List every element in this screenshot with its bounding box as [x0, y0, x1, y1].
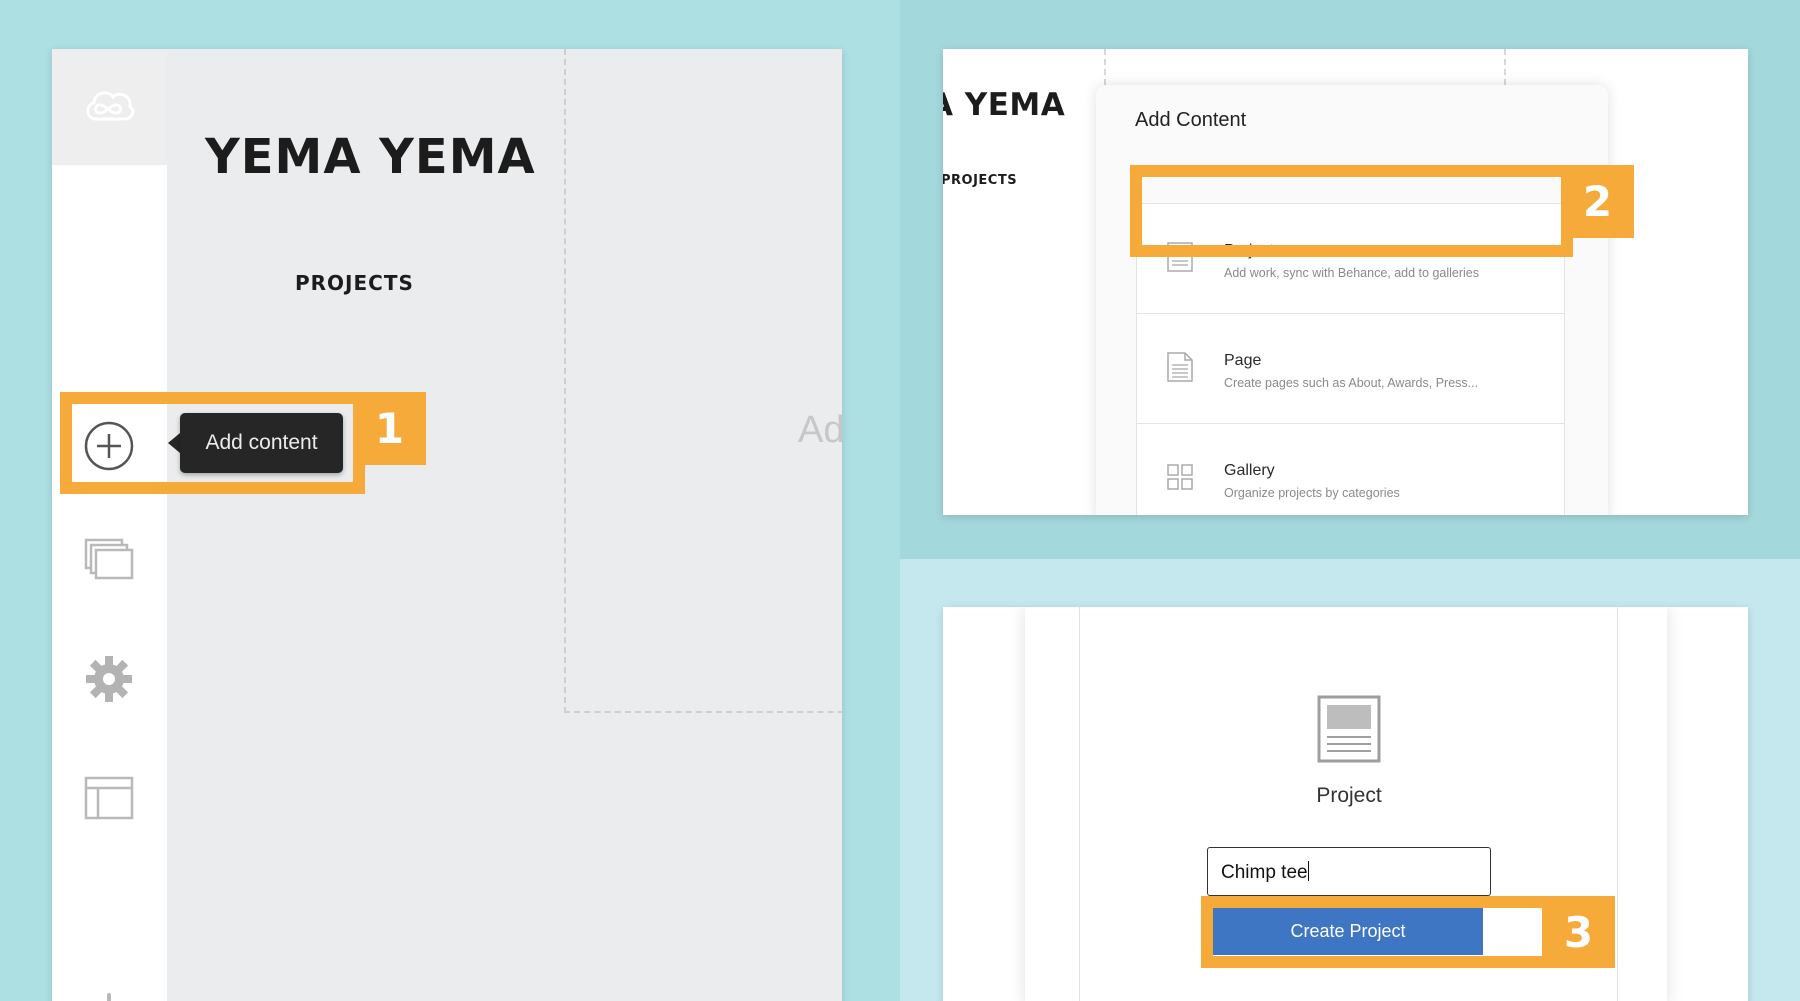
step2-panel: A YEMA PROJECTS Add Content Project Add … — [943, 49, 1748, 515]
guide-line — [1104, 49, 1106, 85]
nav-projects[interactable]: PROJECTS — [295, 271, 414, 295]
option-description: Add work, sync with Behance, add to gall… — [1224, 266, 1479, 280]
tooltip-arrow — [168, 433, 180, 453]
site-title: A YEMA — [943, 87, 1066, 123]
step1-panel: YEMA YEMA PROJECTS Ad — [52, 49, 842, 1001]
option-description: Organize projects by categories — [1224, 486, 1400, 500]
add-content-modal: Add Content Project Add work, sync with … — [1096, 85, 1608, 515]
step2-badge: 2 — [1561, 165, 1634, 238]
option-title: Gallery — [1224, 462, 1275, 479]
option-gallery[interactable]: Gallery Organize projects by categories — [1136, 423, 1565, 515]
content-type-label: Project — [1316, 784, 1382, 807]
gear-icon[interactable] — [82, 652, 136, 706]
layout-icon[interactable] — [82, 771, 136, 825]
page-icon — [1167, 352, 1193, 382]
sidebar-more-icon — [107, 993, 111, 1001]
option-description: Create pages such as About, Awards, Pres… — [1224, 376, 1479, 390]
text-caret — [1307, 861, 1309, 881]
add-content-tooltip: Add content — [180, 413, 343, 473]
modal-title: Add Content — [1135, 109, 1247, 131]
content-placeholder — [564, 49, 842, 713]
option-page[interactable]: Page Create pages such as About, Awards,… — [1136, 313, 1565, 424]
create-project-button[interactable]: Create Project — [1213, 908, 1483, 955]
pages-stack-icon[interactable] — [82, 533, 136, 587]
project-name-value: Chimp tee — [1221, 862, 1308, 883]
sidebar — [52, 49, 167, 1001]
logo-box[interactable] — [52, 49, 167, 165]
option-title: Page — [1224, 352, 1262, 369]
site-title: YEMA YEMA — [205, 129, 536, 185]
project-icon — [1317, 695, 1381, 763]
placeholder-text: Ad — [798, 409, 842, 451]
guide-line — [1504, 49, 1506, 85]
step2-highlight — [1130, 165, 1573, 257]
gallery-icon — [1167, 464, 1193, 490]
add-content-icon — [84, 421, 134, 471]
step3-badge: 3 — [1542, 896, 1615, 968]
add-content-button[interactable] — [82, 419, 136, 473]
step1-badge: 1 — [353, 392, 426, 465]
nav-projects[interactable]: PROJECTS — [943, 173, 1017, 188]
creative-cloud-icon — [86, 91, 135, 121]
project-name-input[interactable]: Chimp tee — [1207, 847, 1491, 896]
